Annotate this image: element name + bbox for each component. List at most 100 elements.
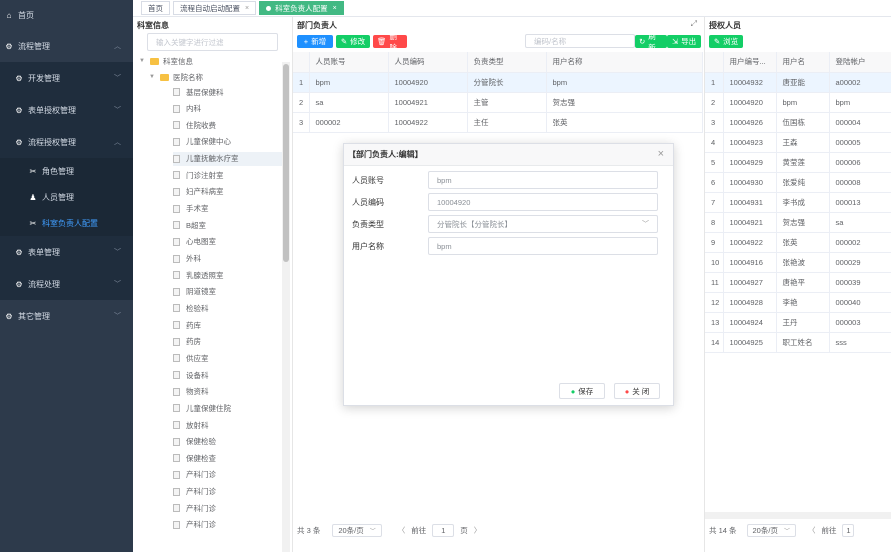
sidebar-item-dept-head-config[interactable]: ✂ 科室负责人配置 <box>0 210 133 236</box>
table-row[interactable]: 2 10004920 bpm bpm <box>705 92 891 113</box>
tree-node-dept[interactable]: 儿童保健中心 <box>173 135 283 149</box>
tree-node-dept[interactable]: 产科门诊 <box>173 485 283 499</box>
sidebar-item-role-mgmt[interactable]: ✂ 角色管理 <box>0 158 133 184</box>
tree-node-dept[interactable]: 保健检验 <box>173 435 283 449</box>
col-header[interactable]: 用户编号... <box>723 52 777 73</box>
scrollbar-thumb[interactable] <box>283 64 289 262</box>
close-icon[interactable]: × <box>658 148 664 160</box>
tree-node-dept[interactable]: 放射科 <box>173 418 283 432</box>
sidebar-item-process-handle[interactable]: ⚙ 流程处理 ﹀ <box>0 268 133 300</box>
delete-button[interactable]: 🗑 删除 <box>373 32 407 52</box>
page-size-select[interactable]: 20条/页 ﹀ <box>332 524 382 537</box>
tree-node-dept[interactable]: 门诊注射室 <box>173 168 283 182</box>
sidebar-item-process-mgmt[interactable]: ⚙ 流程管理 ︿ <box>0 30 133 62</box>
col-header[interactable]: 人员账号 <box>309 52 389 73</box>
col-header[interactable]: 用户名称 <box>546 52 703 73</box>
edit-button[interactable]: ✎ 修改 <box>336 35 370 48</box>
tree-scrollbar[interactable] <box>282 62 290 552</box>
table-row[interactable]: 14 10004925 职工姓名 sss <box>705 332 891 353</box>
document-icon <box>173 504 180 513</box>
table-row[interactable]: 13 10004924 王丹 000003 <box>705 312 891 333</box>
table-row[interactable]: 1 10004932 唐亚能 a00002 <box>705 72 891 93</box>
tree-node-dept[interactable]: 住院收费 <box>173 118 283 132</box>
type-select[interactable]: 分管院长【分管院长】 ﹀ <box>428 215 658 233</box>
sidebar-item-dev-mgmt[interactable]: ⚙ 开发管理 ﹀ <box>0 62 133 94</box>
table-row[interactable]: 8 10004921 贺志强 sa <box>705 212 891 233</box>
tree-node-dept[interactable]: 药库 <box>173 318 283 332</box>
code-field[interactable]: 10004920 <box>428 193 658 211</box>
sidebar-item-person-mgmt[interactable]: ♟ 人员管理 <box>0 184 133 210</box>
table-row[interactable]: 1 bpm 10004920 分管院长 bpm <box>293 72 703 93</box>
table-row[interactable]: 7 10004931 李书成 000013 <box>705 192 891 213</box>
prev-page-button[interactable]: 〈 <box>808 525 816 536</box>
save-button[interactable]: ● 保存 <box>559 383 605 399</box>
table-row[interactable]: 12 10004928 李艳 000040 <box>705 292 891 313</box>
table-row[interactable]: 11 10004927 唐艳平 000039 <box>705 272 891 293</box>
table-row[interactable]: 10 10004916 张艳波 000029 <box>705 252 891 273</box>
export-button[interactable]: ⇲ 导出 <box>667 35 701 48</box>
col-header[interactable]: 登陆帐户 <box>829 52 891 73</box>
next-page-button[interactable]: 〉 <box>474 525 482 536</box>
table-cell: 主任 <box>467 112 547 133</box>
sidebar-item-form-mgmt[interactable]: ⚙ 表单管理 ﹀ <box>0 236 133 268</box>
tree-node-dept[interactable]: 阴道镜室 <box>173 285 283 299</box>
tree-node-dept[interactable]: 儿童抚触水疗室 <box>173 151 283 166</box>
account-field[interactable]: bpm <box>428 171 658 189</box>
tree-filter-input[interactable]: 输入关键字进行过滤 <box>147 33 278 51</box>
table-cell: 10 <box>705 252 724 273</box>
sidebar-item-process-auth[interactable]: ⚙ 流程授权管理 ︿ <box>0 126 133 158</box>
tab-dept-head-config[interactable]: 科室负责人配置 × <box>259 1 344 15</box>
add-button[interactable]: + 新增 <box>297 35 333 48</box>
page-input[interactable]: 1 <box>842 524 855 537</box>
tree-node-dept[interactable]: 手术室 <box>173 202 283 216</box>
tab-home[interactable]: 首页 <box>141 1 170 15</box>
tree-node-dept[interactable]: B超室 <box>173 218 283 232</box>
browse-button[interactable]: ✎ 浏览 <box>709 35 743 48</box>
tab-auto-start-config[interactable]: 流程自动启动配置 × <box>173 1 257 15</box>
close-button[interactable]: ● 关 闭 <box>614 383 660 399</box>
table-row[interactable]: 3 10004926 伍国栋 000004 <box>705 112 891 133</box>
tree-node-group[interactable]: ▼ 医院名称 <box>149 70 203 84</box>
sidebar-item-home[interactable]: ⌂ 首页 <box>0 0 133 30</box>
page-size-select[interactable]: 20条/页 ﹀ <box>746 524 796 537</box>
tree-node-dept[interactable]: 外科 <box>173 252 283 266</box>
table-row[interactable]: 3 000002 10004922 主任 张英 <box>293 112 703 133</box>
col-header[interactable]: 负责类型 <box>467 52 547 73</box>
col-header[interactable]: 人员编码 <box>388 52 468 73</box>
tree-node-dept[interactable]: 保健检查 <box>173 451 283 465</box>
sidebar-item-form-auth[interactable]: ⚙ 表单授权管理 ﹀ <box>0 94 133 126</box>
close-icon[interactable]: × <box>245 5 249 12</box>
tree-node-dept[interactable]: 检验科 <box>173 301 283 315</box>
tree-node-dept[interactable]: 设备科 <box>173 368 283 382</box>
username-field[interactable]: bpm <box>428 237 658 255</box>
tree-node-dept[interactable]: 产科门诊 <box>173 501 283 515</box>
table-row[interactable]: 9 10004922 张英 000002 <box>705 232 891 253</box>
tree-node-dept[interactable]: 产科门诊 <box>173 518 283 532</box>
table-row[interactable]: 6 10004930 张爱纯 000008 <box>705 172 891 193</box>
table-row[interactable]: 2 sa 10004921 主管 贺志强 <box>293 92 703 113</box>
tree-node-dept[interactable]: 儿童保健住院 <box>173 401 283 415</box>
tree-node-dept[interactable]: 心电图室 <box>173 235 283 249</box>
tree-node-root[interactable]: ▼ 科室信息 <box>139 54 193 68</box>
prev-page-button[interactable]: 〈 <box>398 525 406 536</box>
tree-node-dept[interactable]: 基层保健科 <box>173 85 283 99</box>
col-header[interactable]: 用户名 <box>776 52 830 73</box>
sidebar-item-other-mgmt[interactable]: ⚙ 其它管理 ﹀ <box>0 300 133 332</box>
tree-node-dept[interactable]: 药房 <box>173 335 283 349</box>
field-label: 负责类型 <box>352 219 384 229</box>
tree-node-dept[interactable]: 内科 <box>173 102 283 116</box>
tree-node-dept[interactable]: 妇产科病室 <box>173 185 283 199</box>
tree-node-dept[interactable]: 供应室 <box>173 351 283 365</box>
page-input[interactable]: 1 <box>432 524 455 537</box>
tree-node-dept[interactable]: 产科门诊 <box>173 468 283 482</box>
refresh-button[interactable]: ↻ 刷新 <box>635 32 667 52</box>
search-input[interactable]: 编码/名称 <box>525 34 635 48</box>
fullscreen-icon[interactable]: ⤢ <box>691 19 697 29</box>
table-hscrollbar[interactable] <box>705 512 891 519</box>
table-row[interactable]: 4 10004923 王森 000005 <box>705 132 891 153</box>
close-icon[interactable]: × <box>333 5 337 12</box>
table-cell: 1 <box>705 72 724 93</box>
tree-node-dept[interactable]: 物资科 <box>173 385 283 399</box>
table-row[interactable]: 5 10004929 黄莹莲 000006 <box>705 152 891 173</box>
tree-node-dept[interactable]: 乳腺透照室 <box>173 268 283 282</box>
